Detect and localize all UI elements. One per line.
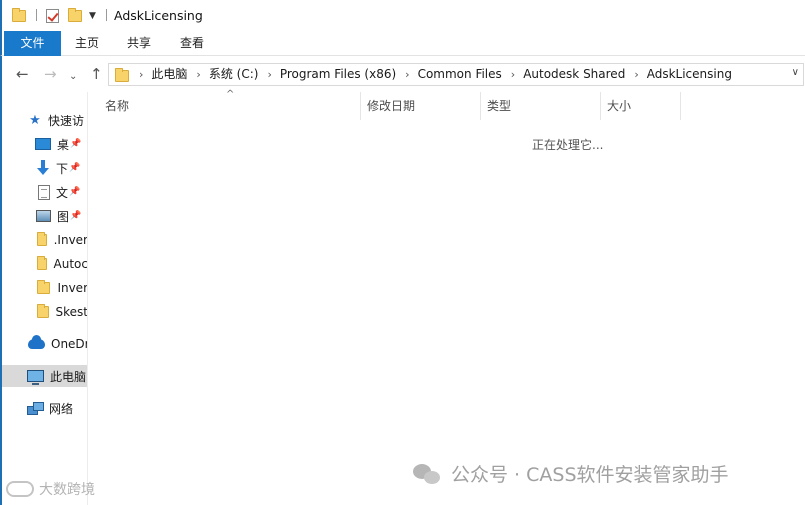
ribbon-tabs: 文件 主页 共享 查看 — [0, 31, 805, 56]
address-dropdown-chevron-icon[interactable]: ∨ — [792, 67, 799, 78]
column-header-type[interactable]: 类型 — [481, 92, 599, 120]
nav-folder-inventor[interactable]: Inver — [2, 277, 88, 299]
loading-status: 正在处理它... — [532, 138, 604, 152]
title-bar: ▼ AdskLicensing — [0, 0, 805, 31]
breadcrumb-this-pc[interactable]: 此电脑 — [151, 64, 187, 85]
folder-icon — [37, 256, 47, 270]
nav-this-pc[interactable]: 此电脑 — [2, 365, 87, 387]
nav-folder-autodesk[interactable]: Autoc — [2, 253, 88, 275]
breadcrumb-autodesk-shared[interactable]: Autodesk Shared — [523, 64, 625, 85]
chevron-right-icon[interactable]: › — [634, 64, 638, 85]
navigation-bar: ← → ⌄ ↑ › 此电脑 › 系统 (C:) › Program Files … — [0, 56, 805, 92]
recent-locations-chevron-icon[interactable]: ⌄ — [69, 69, 77, 85]
back-arrow-icon[interactable]: ← — [16, 66, 29, 82]
nav-label: .Inver — [53, 233, 88, 247]
network-icon — [27, 401, 44, 415]
brand-logo-icon — [6, 481, 34, 497]
nav-label: 此电脑 — [50, 369, 87, 384]
column-header-modified[interactable]: 修改日期 — [361, 92, 479, 120]
file-list: ^ 名称 修改日期 类型 大小 正在处理它... — [89, 89, 805, 505]
corner-watermark-text: 大数跨境 — [39, 482, 95, 498]
corner-watermark: 大数跨境 — [6, 479, 95, 499]
toolbar-separator — [36, 9, 37, 21]
tab-file[interactable]: 文件 — [4, 31, 61, 56]
tab-share[interactable]: 共享 — [116, 31, 162, 56]
column-divider[interactable] — [680, 92, 681, 120]
nav-label: 文 — [56, 185, 69, 200]
chevron-right-icon[interactable]: › — [139, 64, 143, 85]
pin-icon: 📌 — [70, 139, 82, 149]
nav-label: OneDr — [51, 337, 88, 351]
nav-label: 下 — [56, 161, 69, 176]
desktop-icon — [35, 138, 51, 150]
pin-icon: 📌 — [69, 187, 81, 197]
computer-icon — [27, 370, 44, 385]
customize-toolbar-icon[interactable]: ▼ — [89, 7, 96, 25]
breadcrumb: › 此电脑 › 系统 (C:) › Program Files (x86) › … — [139, 64, 732, 85]
nav-label: Skest — [55, 305, 88, 319]
folder-icon — [12, 7, 26, 25]
navigation-pane: ★ 快速访 桌 📌 下 📌 文 📌 图 📌 .Inver Autoc Inver Skes… — [0, 92, 88, 505]
watermark-text: 公众号 · CASS软件安装管家助手 — [451, 464, 729, 486]
watermark: 公众号 · CASS软件安装管家助手 — [413, 460, 729, 487]
tab-view[interactable]: 查看 — [169, 31, 215, 56]
address-bar[interactable]: › 此电脑 › 系统 (C:) › Program Files (x86) › … — [108, 63, 804, 86]
nav-label: Inver — [57, 281, 88, 295]
forward-arrow-icon[interactable]: → — [44, 66, 57, 82]
nav-label: 桌 — [57, 137, 70, 152]
chevron-right-icon[interactable]: › — [405, 64, 409, 85]
up-arrow-icon[interactable]: ↑ — [90, 66, 103, 82]
tab-home[interactable]: 主页 — [64, 31, 110, 56]
picture-icon — [36, 210, 51, 222]
nav-label: 快速访 — [48, 113, 85, 128]
nav-network[interactable]: 网络 — [2, 397, 87, 419]
pin-icon: 📌 — [70, 211, 82, 221]
document-icon — [38, 184, 50, 200]
properties-icon[interactable] — [46, 7, 59, 25]
new-folder-icon[interactable] — [68, 7, 82, 25]
nav-pictures[interactable]: 图 📌 — [2, 205, 87, 227]
cloud-icon — [28, 335, 45, 349]
window-title: AdskLicensing — [114, 8, 203, 23]
column-header-name[interactable]: 名称 — [99, 92, 359, 120]
wechat-icon — [413, 462, 443, 486]
nav-label: Autoc — [53, 257, 88, 271]
breadcrumb-adsklicensing[interactable]: AdskLicensing — [647, 64, 732, 85]
nav-onedrive[interactable]: OneDr — [2, 333, 88, 355]
star-icon: ★ — [29, 112, 41, 128]
nav-folder-inventor-hidden[interactable]: .Inver — [2, 229, 88, 251]
column-header-size[interactable]: 大小 — [601, 92, 679, 120]
pin-icon: 📌 — [69, 163, 81, 173]
chevron-right-icon[interactable]: › — [511, 64, 515, 85]
chevron-right-icon[interactable]: › — [196, 64, 200, 85]
nav-documents[interactable]: 文 📌 — [2, 181, 87, 203]
download-icon — [36, 160, 50, 176]
breadcrumb-system-c[interactable]: 系统 (C:) — [209, 64, 259, 85]
folder-icon — [37, 304, 49, 318]
toolbar-separator — [106, 9, 107, 21]
folder-icon — [37, 280, 51, 294]
nav-desktop[interactable]: 桌 📌 — [2, 133, 87, 155]
breadcrumb-program-files-x86[interactable]: Program Files (x86) — [280, 64, 396, 85]
folder-icon — [115, 68, 129, 82]
breadcrumb-common-files[interactable]: Common Files — [418, 64, 502, 85]
folder-icon — [37, 232, 47, 246]
nav-label: 网络 — [49, 401, 74, 416]
nav-downloads[interactable]: 下 📌 — [2, 157, 87, 179]
chevron-right-icon[interactable]: › — [267, 64, 271, 85]
nav-label: 图 — [57, 209, 70, 224]
nav-folder-sketches[interactable]: Skest — [2, 301, 88, 323]
nav-quick-access[interactable]: ★ 快速访 — [2, 109, 87, 131]
